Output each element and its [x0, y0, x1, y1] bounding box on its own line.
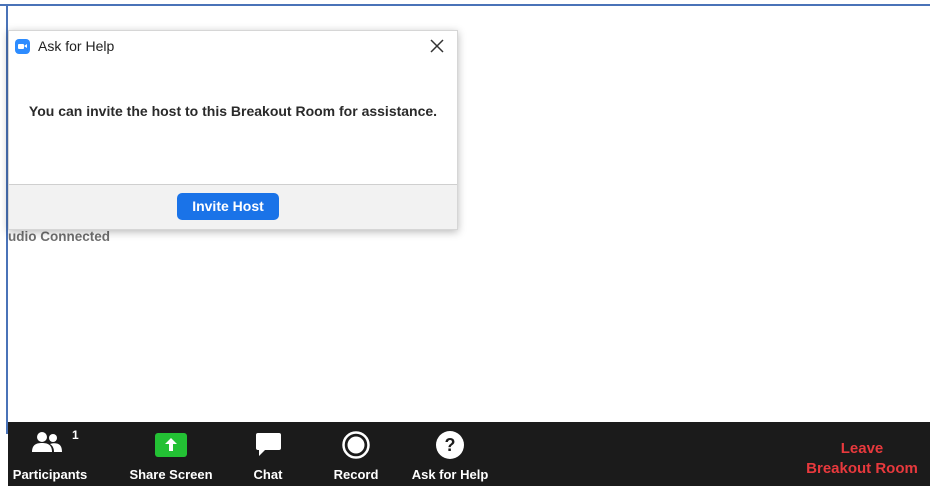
- leave-label-line2: Breakout Room: [806, 460, 918, 477]
- window-border-top: [0, 4, 930, 6]
- participants-button[interactable]: 1 Participants: [8, 422, 92, 486]
- ask-for-help-button[interactable]: ? Ask for Help: [408, 422, 492, 486]
- record-circle-icon: [342, 431, 370, 464]
- participants-count: 1: [72, 428, 79, 442]
- leave-label-line1: Leave: [840, 440, 884, 457]
- zoom-camera-icon: [15, 39, 30, 54]
- dialog-title: Ask for Help: [38, 38, 115, 54]
- dialog-footer: Invite Host: [9, 184, 457, 229]
- record-button[interactable]: Record: [328, 422, 384, 486]
- record-label: Record: [333, 467, 379, 482]
- ask-for-help-dialog: Ask for Help You can invite the host to …: [8, 30, 458, 230]
- share-screen-button[interactable]: Share Screen: [126, 422, 216, 486]
- share-arrow-icon: [155, 433, 187, 462]
- dialog-titlebar: Ask for Help: [9, 31, 457, 61]
- chat-button[interactable]: Chat: [244, 422, 292, 486]
- invite-host-button[interactable]: Invite Host: [177, 193, 279, 220]
- meeting-window: udio Connected Ask for Help You can invi…: [0, 0, 930, 486]
- leave-breakout-room-button[interactable]: Leave Breakout Room: [804, 439, 920, 479]
- speech-bubble-icon: [255, 432, 282, 463]
- svg-text:?: ?: [445, 435, 456, 455]
- share-screen-label: Share Screen: [129, 467, 213, 482]
- meeting-toolbar: 1 Participants Share Screen Chat Record …: [8, 422, 930, 486]
- chat-label: Chat: [253, 467, 283, 482]
- audio-status-text: udio Connected: [8, 229, 110, 244]
- ask-for-help-label: Ask for Help: [411, 467, 489, 482]
- close-icon[interactable]: [429, 38, 445, 54]
- dialog-message: You can invite the host to this Breakout…: [28, 103, 438, 119]
- participants-label: Participants: [12, 467, 88, 482]
- people-icon: [31, 430, 63, 459]
- question-circle-icon: ?: [435, 430, 465, 465]
